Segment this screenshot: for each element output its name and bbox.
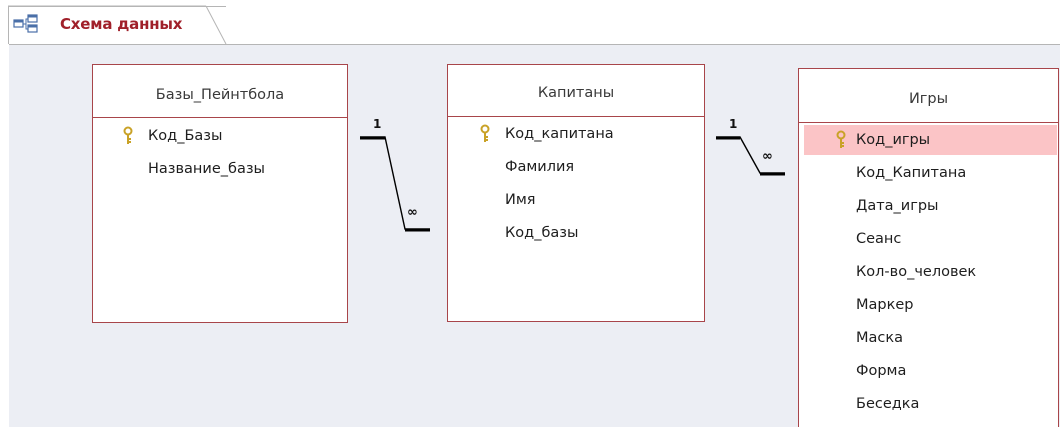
field-label: Фамилия [505, 159, 575, 175]
table-bazy-peintbola[interactable]: Базы_Пейнтбола Код_Базы Название_базы [92, 64, 348, 323]
field-label: Код_базы [505, 225, 579, 241]
table-igry[interactable]: Игры Код_игры Код_Капитана Дата_игры Сеа… [798, 68, 1059, 427]
table-kapitany[interactable]: Капитаны Код_капитана Фамилия Имя Код_ба… [447, 64, 705, 322]
primary-key-icon [123, 126, 133, 144]
field-label: Маркер [856, 297, 914, 313]
tab-label: Схема данных [60, 15, 183, 33]
field-kod-bazy-fk[interactable]: Код_базы [448, 217, 704, 250]
field-besedka[interactable]: Беседка [799, 388, 1058, 421]
relationships-icon [13, 14, 38, 33]
field-maska[interactable]: Маска [799, 322, 1058, 355]
field-label: Код_Капитана [856, 165, 967, 181]
field-label: Имя [505, 192, 536, 208]
field-label: Название_базы [148, 161, 265, 177]
field-familiya[interactable]: Фамилия [448, 151, 704, 184]
table-title[interactable]: Базы_Пейнтбола [93, 87, 347, 103]
field-kod-kapitana-fk[interactable]: Код_Капитана [799, 157, 1058, 190]
relationship-many-label: ∞ [407, 205, 418, 220]
field-label: Сеанс [856, 231, 902, 247]
table-title-divider [93, 117, 347, 118]
field-forma[interactable]: Форма [799, 355, 1058, 388]
field-kol-vo-chelovek[interactable]: Кол-во_человек [799, 256, 1058, 289]
field-label: Код_капитана [505, 126, 614, 142]
table-title[interactable]: Капитаны [448, 85, 704, 101]
primary-key-icon [480, 124, 490, 142]
field-data-igry[interactable]: Дата_игры [799, 190, 1058, 223]
relationship-one-label: 1 [373, 117, 382, 131]
field-label: Код_игры [856, 132, 931, 148]
field-label: Дата_игры [856, 198, 939, 214]
field-kod-kapitana[interactable]: Код_капитана [448, 118, 704, 151]
field-label: Маска [856, 330, 904, 346]
document-tab-strip: Схема данных [0, 0, 1060, 44]
field-nazvanie-bazy[interactable]: Название_базы [93, 153, 347, 186]
relationship-one-label: 1 [729, 117, 738, 131]
field-seans[interactable]: Сеанс [799, 223, 1058, 256]
field-kod-bazy[interactable]: Код_Базы [93, 120, 347, 153]
field-label: Форма [856, 363, 907, 379]
tab-relationships[interactable]: Схема данных [8, 6, 226, 44]
table-title-divider [799, 122, 1058, 123]
field-imya[interactable]: Имя [448, 184, 704, 217]
field-marker[interactable]: Маркер [799, 289, 1058, 322]
table-title-divider [448, 116, 704, 117]
relationship-many-label: ∞ [762, 149, 773, 164]
field-label: Кол-во_человек [856, 264, 977, 280]
primary-key-icon [836, 130, 846, 148]
field-label: Код_Базы [148, 128, 223, 144]
field-kod-igry[interactable]: Код_игры [804, 125, 1057, 155]
table-title[interactable]: Игры [799, 91, 1058, 107]
field-label: Беседка [856, 396, 920, 412]
